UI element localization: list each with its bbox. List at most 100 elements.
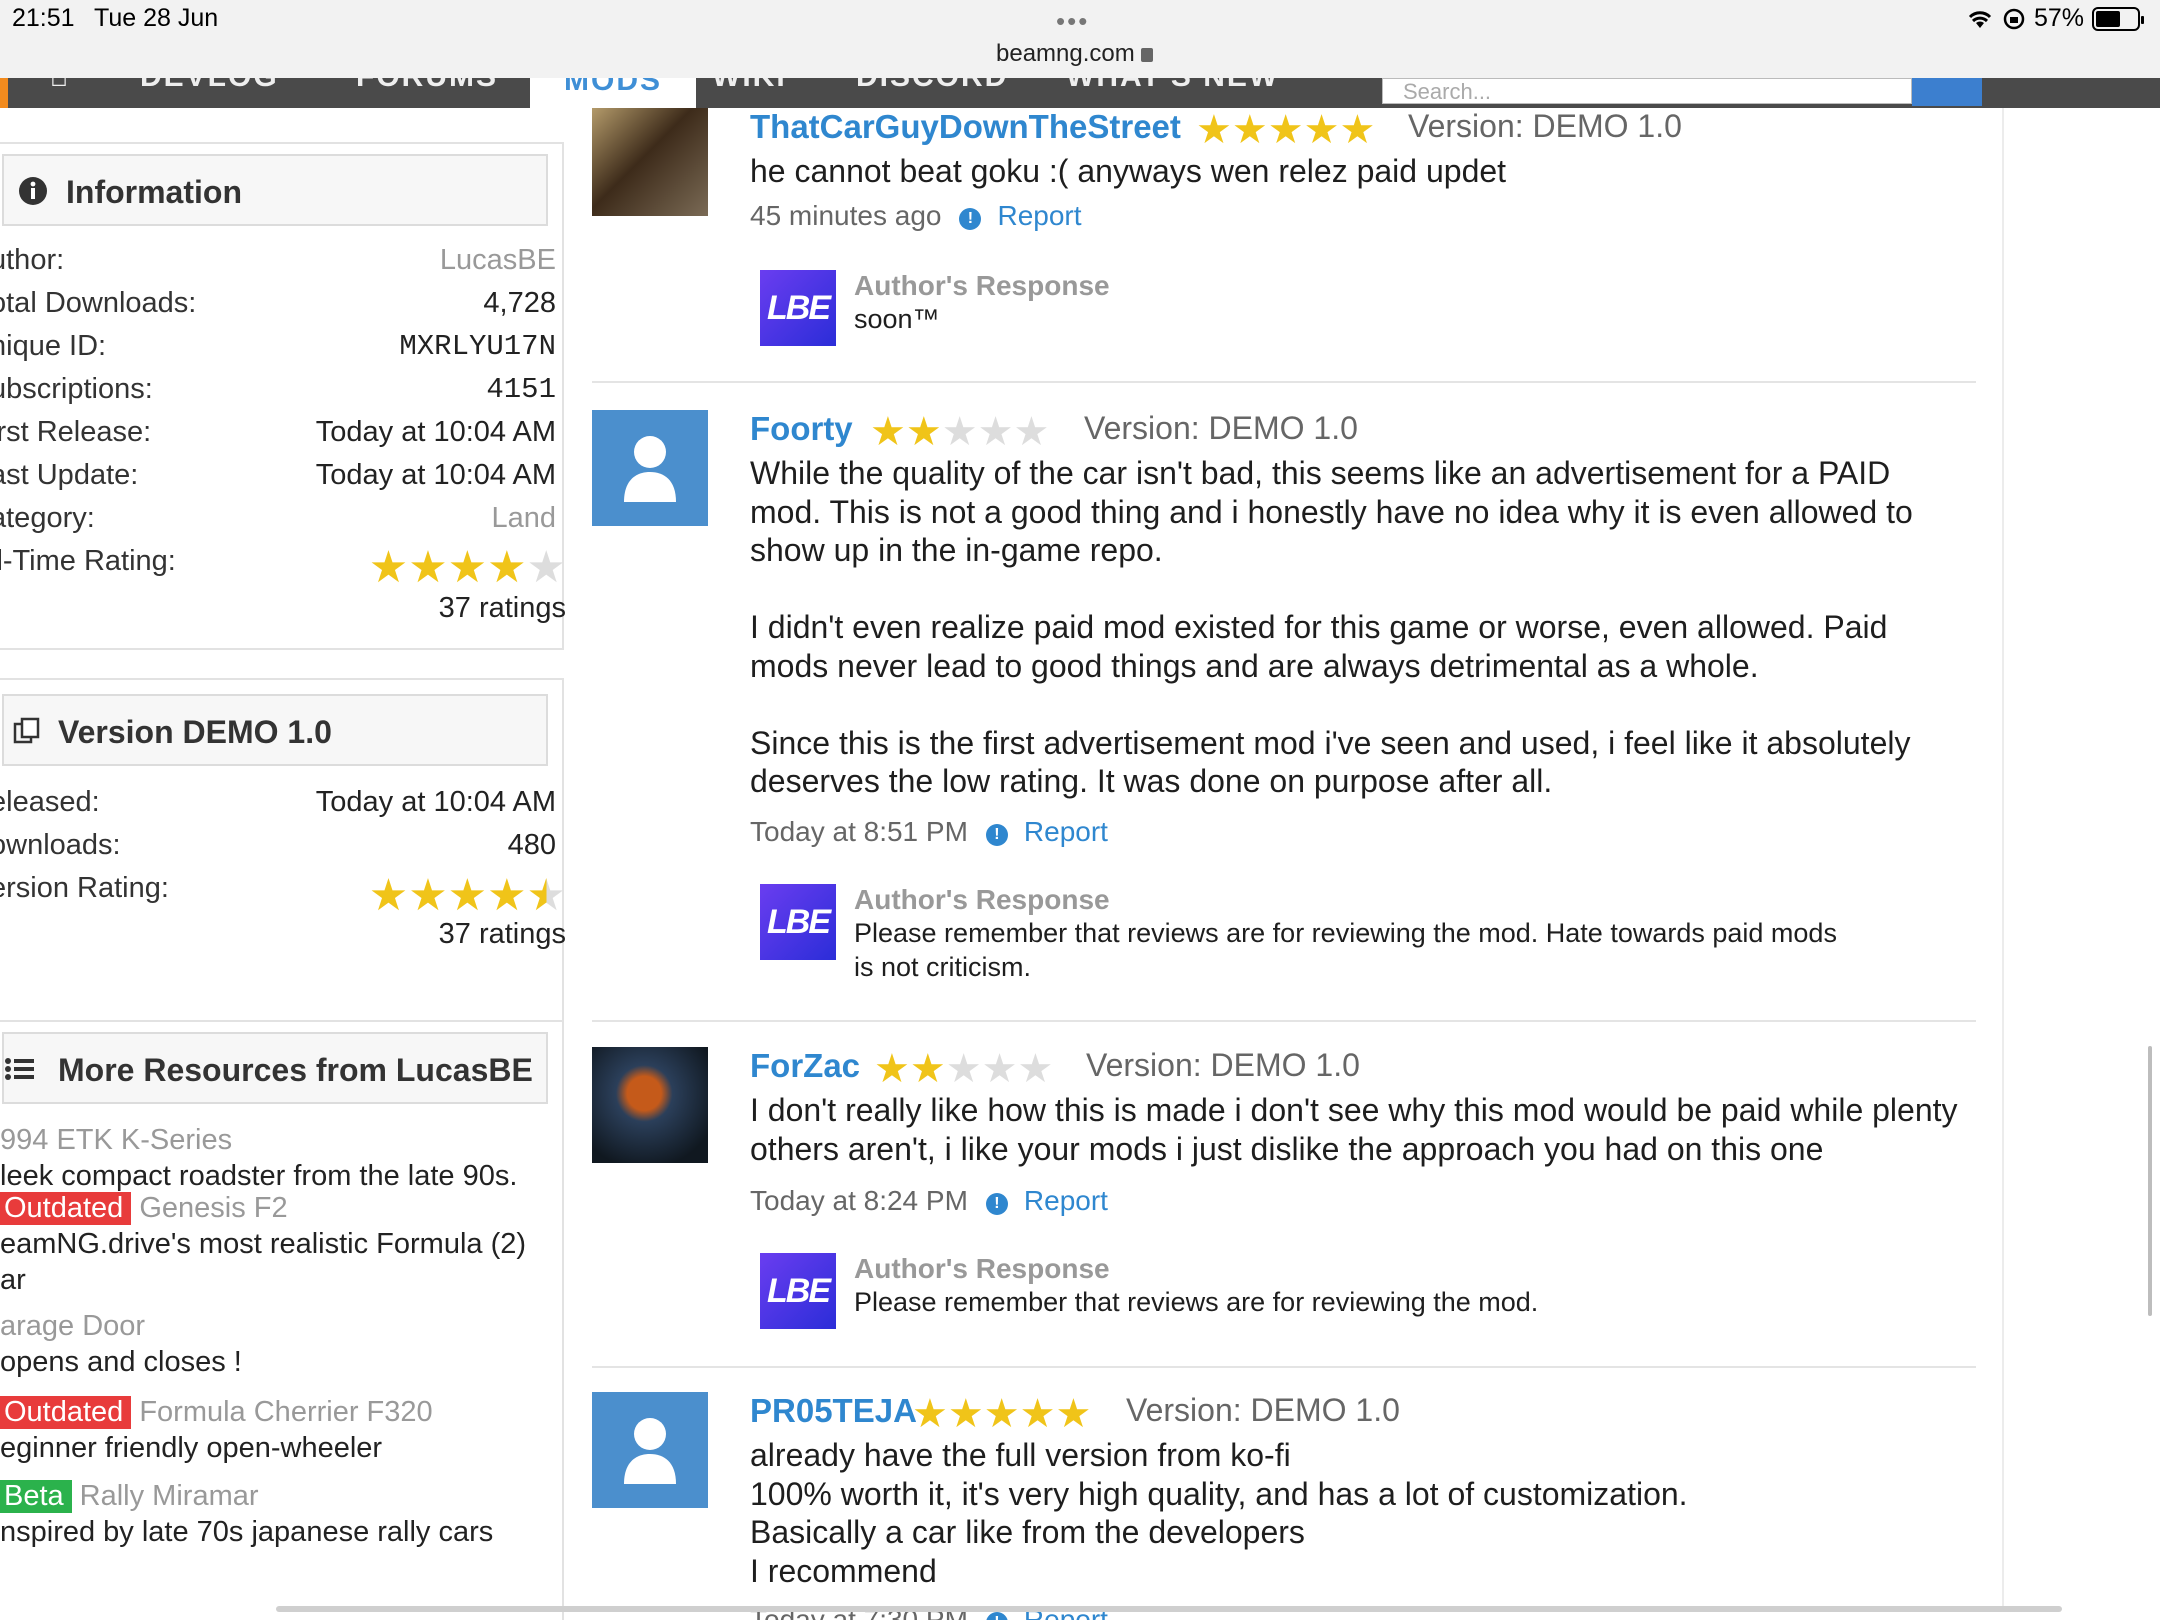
nav-home-icon[interactable]: ⌂	[50, 78, 70, 94]
star-icon: ★	[1055, 1392, 1092, 1436]
review-text: While the quality of the car isn't bad, …	[750, 455, 1913, 799]
resource-desc-genesis-2: ar	[0, 1264, 26, 1296]
review-stars: ★ ★ ★ ★ ★	[870, 412, 1049, 452]
review-time: 45 minutes ago	[750, 200, 942, 231]
author-logo: LBE	[760, 884, 836, 960]
nav-whats-new[interactable]: WHAT'S NEW	[1066, 78, 1279, 94]
version-panel-title: Version DEMO 1.0	[58, 714, 332, 750]
star-icon: ★	[447, 543, 488, 592]
outdated-badge: Outdated	[0, 1192, 132, 1225]
star-icon: ★	[977, 410, 1014, 454]
report-icon: !	[985, 1612, 1008, 1620]
orientation-lock-icon	[2003, 8, 2025, 29]
review-item: ThatCarGuyDownTheStreet ★ ★ ★ ★ ★ Version: D…	[592, 108, 1976, 378]
nav-devlog[interactable]: DEVLOG	[140, 78, 279, 94]
url-text: beamng.com	[996, 40, 1135, 67]
author-response-text: soon™	[854, 304, 940, 334]
outdated-badge: Outdated	[0, 1396, 132, 1429]
resource-title-etk[interactable]: 994 ETK K-Series	[0, 1124, 232, 1157]
version-ratings-count: 37 ratings	[438, 918, 566, 950]
review-version: Version: DEMO 1.0	[1126, 1392, 1400, 1428]
resource-cherrier[interactable]: Outdated Formula Cherrier F320	[0, 1396, 433, 1429]
reviewer-name[interactable]: PR05TEJA	[750, 1392, 917, 1430]
search-input[interactable]: Search...	[1382, 78, 1912, 104]
reviewer-name[interactable]: ForZac	[750, 1047, 860, 1085]
report-icon: !	[985, 1193, 1008, 1215]
vertical-scrollbar[interactable]	[2148, 1046, 2152, 1316]
review-divider	[592, 381, 1976, 383]
resource-desc-genesis: eamNG.drive's most realistic Formula (2)	[0, 1228, 527, 1260]
star-icon: ★	[874, 1047, 910, 1091]
battery-icon	[2092, 6, 2144, 31]
resource-miramar[interactable]: Beta Rally Miramar	[0, 1480, 259, 1513]
info-row-author: uthor:LucasBE	[0, 244, 556, 277]
beta-badge: Beta	[0, 1480, 72, 1513]
star-icon: ★	[909, 1047, 946, 1091]
default-avatar-icon	[624, 1418, 676, 1484]
report-link[interactable]: Report	[1024, 1185, 1108, 1216]
star-icon: ★	[905, 410, 942, 454]
status-date: Tue 28 Jun	[94, 4, 219, 32]
wifi-icon	[1968, 10, 1992, 28]
nav-forums[interactable]: FORUMS	[356, 78, 498, 94]
multitask-dots-icon[interactable]: •••	[1056, 6, 1089, 37]
review-version: Version: DEMO 1.0	[1408, 108, 1682, 144]
info-row-downloads: otal Downloads: 4,728	[0, 287, 556, 319]
report-link[interactable]: Report	[1024, 816, 1108, 847]
review-item: ForZac ★ ★ ★ ★ ★ Version: DEMO 1.0 I don't r…	[592, 1047, 1976, 1347]
status-indicators: 57%	[1966, 4, 2144, 33]
default-avatar-icon	[624, 436, 676, 502]
review-stars: ★ ★ ★ ★ ★	[1196, 110, 1375, 150]
category-link[interactable]: Land	[491, 502, 556, 535]
star-icon: ★	[526, 871, 566, 920]
review-stars: ★ ★ ★ ★ ★	[912, 1394, 1091, 1434]
avatar[interactable]	[592, 108, 708, 216]
author-logo: LBE	[760, 270, 836, 346]
avatar[interactable]	[592, 410, 708, 526]
author-response-title: Author's Response	[854, 884, 1110, 915]
star-icon: ★	[1339, 108, 1376, 152]
content-edge	[2002, 108, 2004, 1608]
avatar[interactable]	[592, 1392, 708, 1508]
reviewer-name[interactable]: Foorty	[750, 410, 853, 448]
star-icon: ★	[447, 871, 488, 920]
review-time: Today at 8:24 PM	[750, 1185, 968, 1216]
star-icon: ★	[1303, 108, 1340, 152]
nav-wiki[interactable]: WIKI	[712, 78, 787, 94]
star-icon: ★	[368, 871, 409, 920]
author-response-title: Author's Response	[854, 1253, 1110, 1284]
search-button[interactable]	[1912, 78, 1982, 106]
review-version: Version: DEMO 1.0	[1084, 410, 1358, 446]
star-icon: ★	[408, 871, 448, 920]
info-panel-header: Information	[2, 154, 548, 226]
status-bar: 21:51 Tue 28 Jun ••• beamng.com 57%	[0, 0, 2160, 78]
info-icon	[19, 177, 47, 205]
nav-discord[interactable]: DISCORD	[856, 78, 1008, 94]
horizontal-scrollbar[interactable]	[276, 1606, 2062, 1612]
review-divider	[592, 1020, 1976, 1022]
battery-percent: 57%	[2033, 4, 2084, 32]
version-rating-stars: ★ ★ ★ ★ ★	[369, 874, 566, 918]
review-text: already have the full version from ko-fi…	[750, 1437, 1688, 1589]
report-link[interactable]: Report	[997, 200, 1081, 231]
nav-mods[interactable]: MODS	[530, 78, 696, 108]
author-link[interactable]: LucasBE	[440, 244, 556, 277]
address-bar[interactable]: beamng.com	[996, 40, 1153, 68]
site-nav: ⌂ DEVLOG FORUMS MODS WIKI DISCORD WHAT'S…	[0, 78, 2160, 108]
version-row-downloads: ownloads: 480	[0, 829, 556, 861]
star-icon: ★	[945, 1047, 982, 1091]
review-version: Version: DEMO 1.0	[1086, 1047, 1360, 1083]
review-time: Today at 8:51 PM	[750, 816, 968, 847]
author-response-title: Author's Response	[854, 270, 1110, 301]
resource-genesis[interactable]: Outdated Genesis F2	[0, 1192, 288, 1225]
author-response-text: Please remember that reviews are for rev…	[854, 1287, 1539, 1317]
info-panel-title: Information	[66, 174, 242, 210]
reviewer-name[interactable]: ThatCarGuyDownTheStreet	[750, 108, 1181, 146]
all-time-rating-stars: ★ ★ ★ ★ ★	[369, 546, 566, 590]
copy-icon	[13, 717, 40, 744]
report-icon: !	[959, 208, 982, 230]
info-row-first-release: irst Release: Today at 10:04 AM	[0, 416, 556, 448]
resource-title-garage[interactable]: arage Door	[0, 1310, 145, 1343]
avatar[interactable]	[592, 1047, 708, 1163]
info-row-subscriptions: ubscriptions: 4151	[0, 373, 556, 406]
